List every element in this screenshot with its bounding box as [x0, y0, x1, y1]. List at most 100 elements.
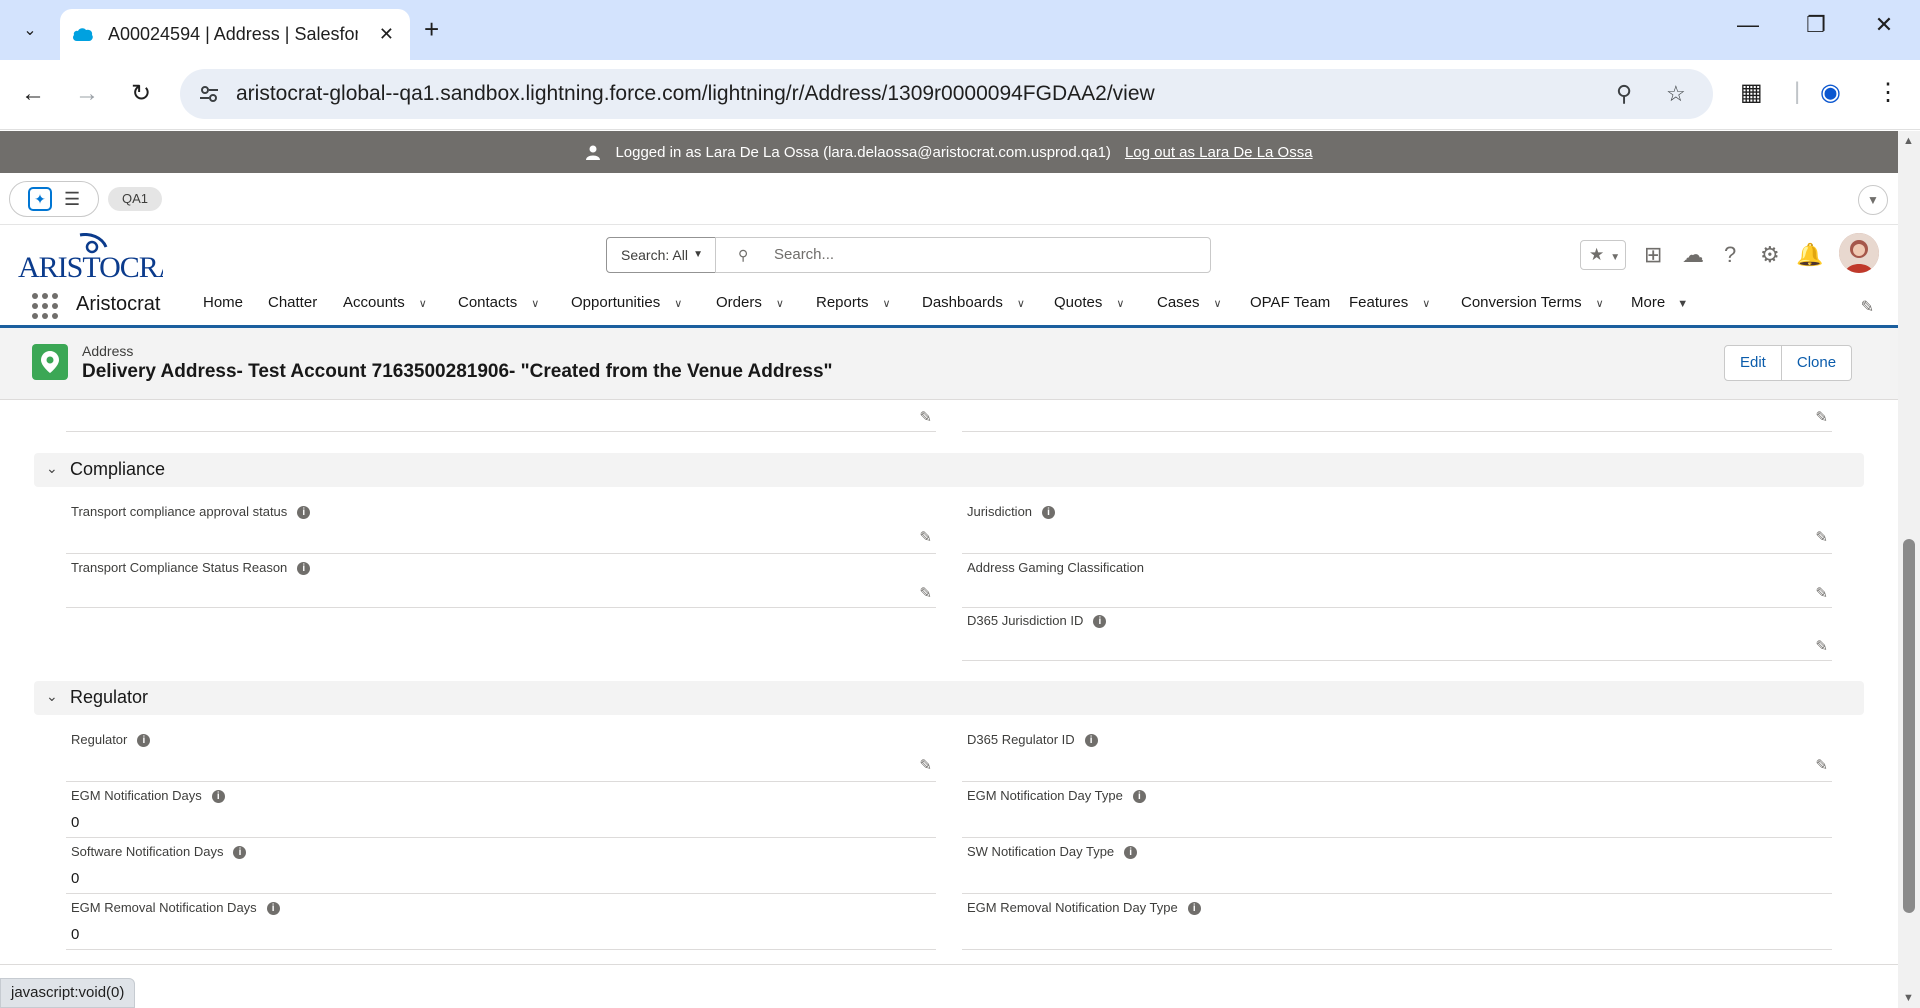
edit-nav-pencil-icon[interactable]: ✎ [1861, 297, 1874, 317]
chevron-down-icon[interactable]: ∨ [1596, 298, 1604, 310]
forward-arrow-icon[interactable]: → [70, 80, 104, 108]
section-compliance-header[interactable]: ⌄ Compliance [34, 453, 1864, 487]
search-scope-select[interactable]: Search: All ▼ [606, 237, 716, 273]
nav-item-quotes[interactable]: Quotes ∨ [1054, 294, 1124, 311]
edit-pencil-icon[interactable]: ✎ [1815, 756, 1828, 774]
new-tab-plus-icon[interactable]: + [424, 16, 439, 42]
search-placeholder: Search... [774, 246, 835, 263]
nav-item-features[interactable]: Features ∨ [1349, 294, 1430, 311]
global-actions-plus-icon[interactable]: ⊞ [1644, 242, 1662, 268]
nav-item-reports[interactable]: Reports ∨ [816, 294, 891, 311]
reload-icon[interactable]: ↻ [124, 80, 158, 108]
field-value: 0 [71, 870, 80, 887]
site-settings-icon[interactable] [198, 83, 220, 105]
info-icon[interactable]: i [1042, 506, 1056, 519]
nav-item-home[interactable]: Home [203, 294, 243, 311]
chevron-down-icon[interactable]: ∨ [531, 298, 539, 310]
nav-item-opaf-team[interactable]: OPAF Team [1250, 294, 1330, 311]
back-arrow-icon[interactable]: ← [16, 80, 50, 108]
browser-tab[interactable]: A00024594 | Address | Salesforce ✕ [60, 9, 410, 60]
window-close-icon[interactable]: ✕ [1864, 12, 1904, 38]
scroll-up-arrow-icon[interactable]: ▲ [1903, 135, 1914, 147]
field-label-text: SW Notification Day Type [967, 844, 1115, 859]
info-icon[interactable]: i [266, 902, 280, 915]
edit-pencil-icon[interactable]: ✎ [1815, 637, 1828, 655]
search-input[interactable]: ⚲ Search... [715, 237, 1211, 273]
section-title: Compliance [70, 459, 166, 479]
edit-pencil-icon[interactable]: ✎ [1815, 584, 1828, 602]
info-icon[interactable]: i [1132, 790, 1146, 803]
app-launcher-icon[interactable] [32, 293, 58, 319]
info-icon[interactable]: i [1124, 846, 1138, 859]
nav-item-label: Home [203, 294, 244, 311]
aristocrat-logo[interactable]: ARISTOCRAT [18, 233, 163, 283]
info-icon[interactable]: i [1187, 902, 1201, 915]
field-label-text: EGM Removal Notification Days [71, 900, 257, 915]
search-scope-label: Search: All [621, 247, 688, 263]
edit-pencil-icon[interactable]: ✎ [919, 408, 932, 426]
nav-item-conversion-terms[interactable]: Conversion Terms ∨ [1461, 294, 1604, 311]
browser-menu-icon[interactable]: ⋮ [1876, 78, 1900, 107]
chevron-down-icon[interactable]: ▼ [1858, 185, 1888, 215]
minimize-icon[interactable]: — [1728, 12, 1768, 38]
chevron-down-icon[interactable]: ∨ [1116, 298, 1124, 310]
info-icon[interactable]: i [211, 790, 225, 803]
record-detail: ✎ ✎ ⌄ Compliance Transport compliance ap… [0, 400, 1898, 964]
edit-pencil-icon[interactable]: ✎ [1815, 408, 1828, 426]
scrollbar-thumb[interactable] [1903, 539, 1915, 913]
edit-pencil-icon[interactable]: ✎ [1815, 528, 1828, 546]
url-text: aristocrat-global--qa1.sandbox.lightning… [236, 82, 1155, 105]
nav-item-chatter[interactable]: Chatter [268, 294, 317, 311]
notifications-bell-icon[interactable]: 🔔 [1796, 242, 1823, 268]
scroll-down-arrow-icon[interactable]: ▼ [1903, 992, 1914, 1004]
favorites-button[interactable]: ★ ▼ [1580, 240, 1626, 270]
nav-item-dashboards[interactable]: Dashboards ∨ [922, 294, 1025, 311]
nav-item-opportunities[interactable]: Opportunities ∨ [571, 294, 682, 311]
nav-item-accounts[interactable]: Accounts ∨ [343, 294, 427, 311]
info-icon[interactable]: i [1093, 615, 1107, 628]
profile-icon[interactable]: ◉ [1820, 78, 1841, 107]
chevron-down-icon[interactable]: ∨ [1214, 298, 1222, 310]
field-label: Transport Compliance Status Reason i [71, 560, 311, 575]
chevron-down-icon[interactable]: ∨ [419, 298, 427, 310]
info-icon[interactable]: i [137, 734, 151, 747]
logout-link[interactable]: Log out as Lara De La Ossa [1125, 144, 1313, 161]
chevron-down-icon[interactable]: ∨ [1422, 298, 1430, 310]
edit-button[interactable]: Edit [1724, 345, 1782, 381]
edit-pencil-icon[interactable]: ✎ [919, 756, 932, 774]
clone-button[interactable]: Clone [1781, 345, 1853, 381]
tab-search-chevron-icon[interactable]: ⌄ [12, 14, 48, 46]
bookmark-star-icon[interactable]: ☆ [1666, 81, 1686, 107]
field-egm-removal-notification-days: EGM Removal Notification Days i 0 [66, 900, 936, 950]
avatar[interactable] [1839, 233, 1879, 273]
info-icon[interactable]: i [1084, 734, 1098, 747]
info-icon[interactable]: i [297, 562, 311, 575]
page-scrollbar[interactable]: ▲ ▼ [1898, 131, 1920, 1008]
nav-more[interactable]: More ▼ [1631, 294, 1688, 311]
chevron-down-icon[interactable]: ∨ [674, 298, 682, 310]
logged-in-message: Logged in as Lara De La Ossa (lara.delao… [615, 143, 1111, 161]
edit-pencil-icon[interactable]: ✎ [919, 584, 932, 602]
info-icon[interactable]: i [297, 506, 311, 519]
nav-item-contacts[interactable]: Contacts ∨ [458, 294, 539, 311]
nav-item-label: Accounts [343, 294, 405, 311]
chevron-down-icon[interactable]: ∨ [883, 298, 891, 310]
help-icon[interactable]: ? [1724, 242, 1736, 268]
agent-menu-button[interactable]: ✦ ☰ [9, 181, 99, 217]
zoom-icon[interactable]: ⚲ [1616, 81, 1632, 107]
restore-icon[interactable]: ❐ [1796, 12, 1836, 38]
user-icon [586, 145, 601, 160]
edit-pencil-icon[interactable]: ✎ [919, 528, 932, 546]
nav-item-orders[interactable]: Orders ∨ [716, 294, 784, 311]
setup-gear-icon[interactable]: ⚙ [1760, 242, 1780, 268]
trailhead-guidance-icon[interactable]: ☁ [1682, 242, 1704, 268]
chevron-down-icon[interactable]: ∨ [776, 298, 784, 310]
chevron-down-icon[interactable]: ∨ [1017, 298, 1025, 310]
section-regulator-header[interactable]: ⌄ Regulator [34, 681, 1864, 715]
nav-item-cases[interactable]: Cases ∨ [1157, 294, 1222, 311]
extensions-icon[interactable]: ▦ [1740, 78, 1763, 107]
field-value: 0 [71, 926, 80, 943]
info-icon[interactable]: i [233, 846, 247, 859]
tab-close-icon[interactable]: ✕ [379, 24, 394, 45]
address-bar[interactable]: aristocrat-global--qa1.sandbox.lightning… [180, 69, 1713, 119]
